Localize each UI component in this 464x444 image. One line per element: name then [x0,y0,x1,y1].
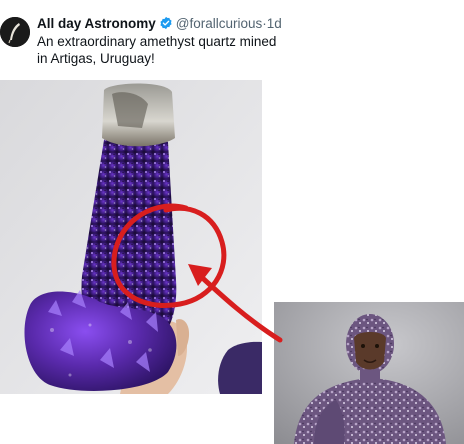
tweet-header: All day Astronomy @forallcurious·1d [37,15,282,34]
author-avatar[interactable] [0,17,30,47]
author-name[interactable]: All day Astronomy [37,16,156,31]
crystal-covered-man-photo[interactable] [274,302,464,444]
amethyst-geode-photo[interactable] [0,80,262,394]
author-handle[interactable]: @forallcurious [176,16,262,31]
tweet-timestamp[interactable]: 1d [267,16,282,31]
inset-illustration [274,302,464,444]
tweet-text: An extraordinary amethyst quartz mined i… [37,34,277,66]
quill-logo-icon [0,17,30,47]
photo-illustration [0,80,262,394]
verified-badge-icon [159,16,173,34]
